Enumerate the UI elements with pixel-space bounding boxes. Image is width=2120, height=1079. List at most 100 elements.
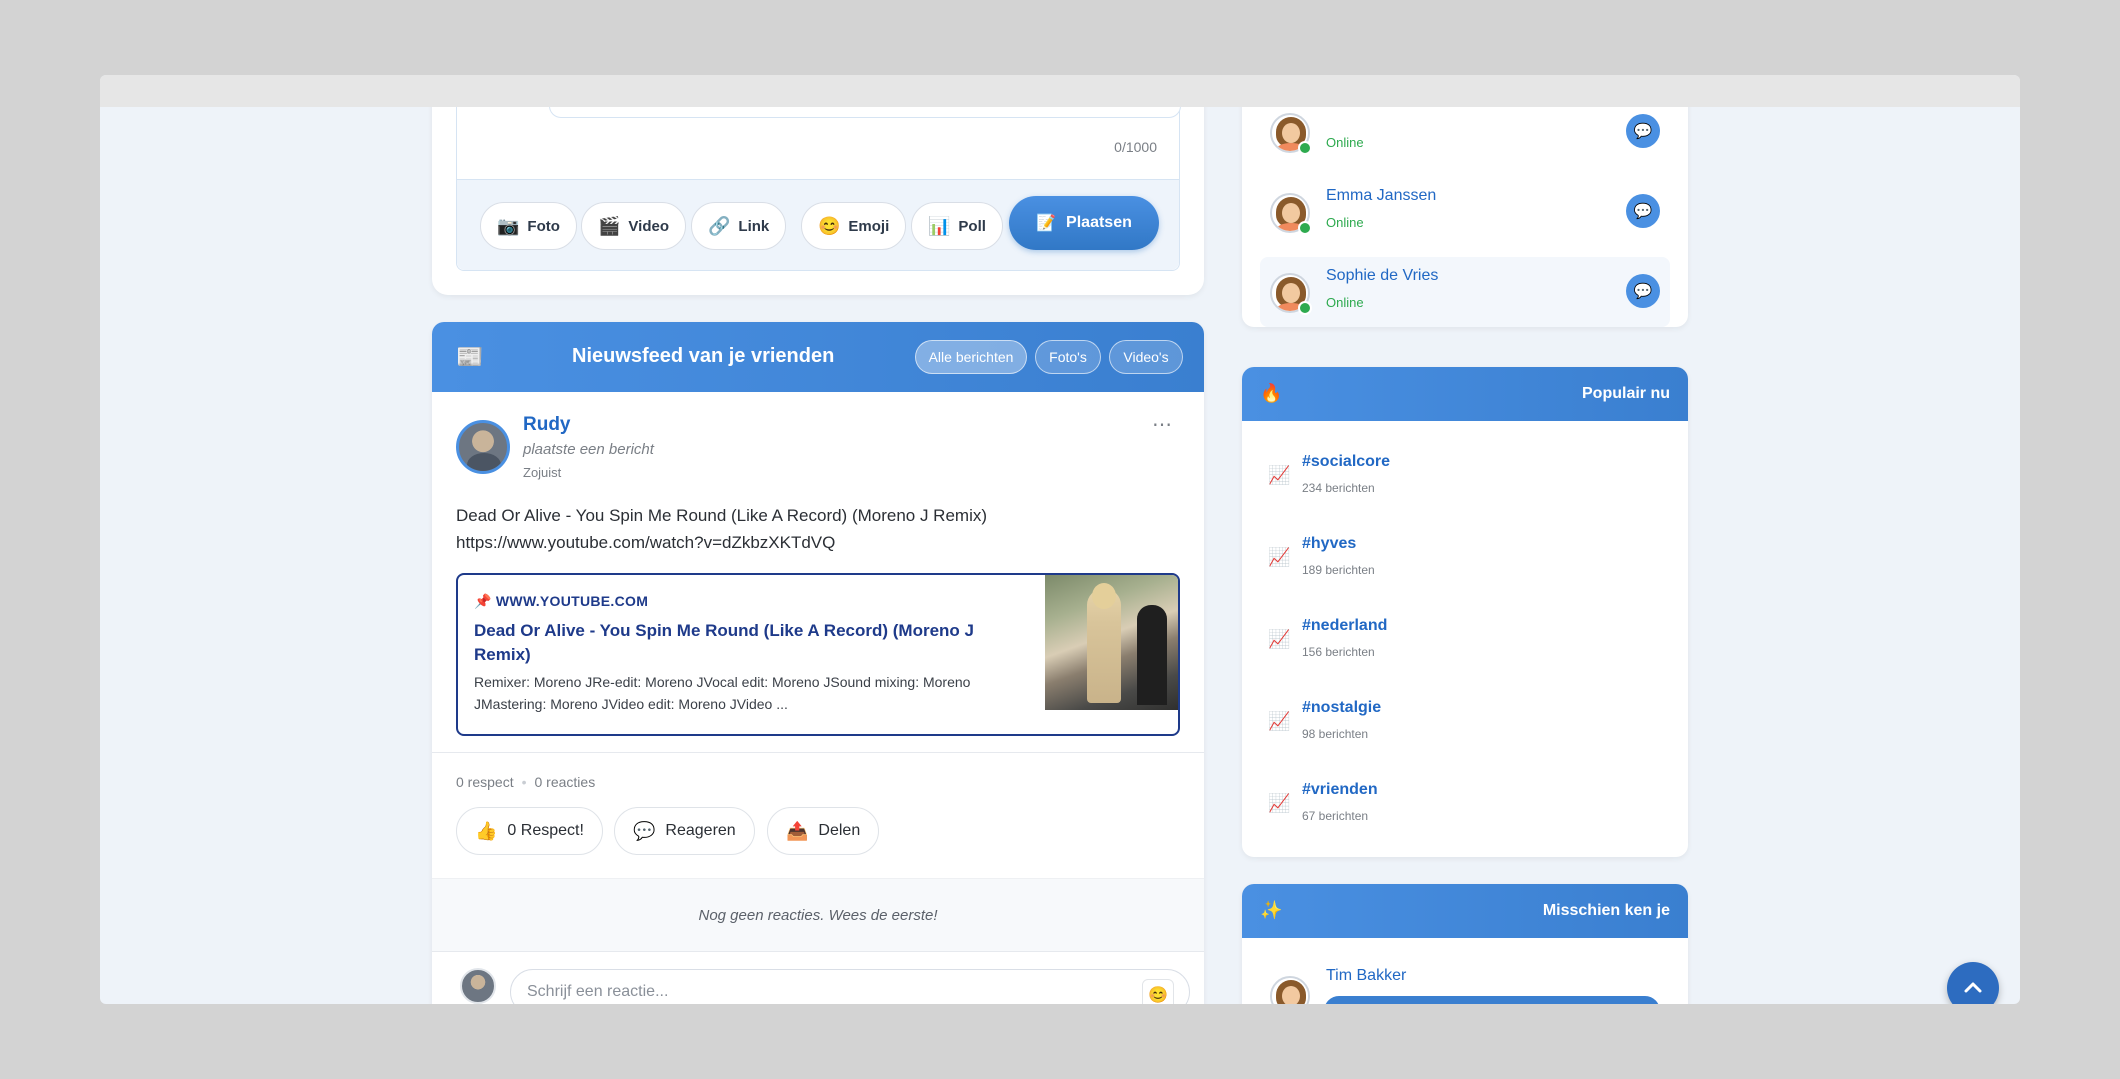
link-button[interactable]: 🔗 Link [691, 202, 787, 250]
tag-name[interactable]: #hyves [1302, 535, 1356, 553]
comment-input[interactable]: Schrijf een reactie... [510, 969, 1190, 1004]
link-title[interactable]: Dead Or Alive - You Spin Me Round (Like … [474, 619, 1014, 667]
friend-item[interactable]: Online 💬 [1260, 107, 1670, 167]
author-avatar[interactable] [456, 420, 510, 474]
add-friend-button[interactable] [1324, 996, 1660, 1004]
tag-name[interactable]: #nostalgie [1302, 699, 1381, 717]
friend-status: Online [1326, 135, 1364, 150]
bar-chart-icon: 📊 [928, 215, 951, 236]
trending-up-icon: 📈 [1268, 793, 1291, 813]
trending-tag[interactable]: 📈 #hyves 189 berichten [1260, 525, 1670, 595]
scroll-to-top-button[interactable] [1947, 962, 1999, 1004]
suggestion-avatar [1270, 976, 1310, 1004]
online-friends-card: Online 💬 Emma Janssen Online 💬 Sophie de… [1242, 107, 1688, 327]
share-button-label: Delen [818, 822, 861, 839]
trending-up-icon: 📈 [1268, 711, 1291, 731]
tag-count: 189 berichten [1302, 563, 1375, 577]
video-button[interactable]: 🎬 Video [581, 202, 686, 250]
react-button[interactable]: 💬 Reageren [614, 807, 755, 855]
feed-title: Nieuwsfeed van je vrienden [572, 345, 835, 367]
empty-comments-message: Nog geen reacties. Wees de eerste! [432, 878, 1204, 952]
friend-item[interactable]: Sophie de Vries Online 💬 [1260, 257, 1670, 327]
suggestions-title: Misschien ken je [1542, 902, 1670, 919]
poll-button-label: Poll [958, 217, 986, 235]
tag-name[interactable]: #vrienden [1302, 781, 1378, 799]
emoji-button[interactable]: 😊 Emoji [801, 202, 907, 250]
thumbnail-figure [1137, 605, 1167, 705]
composer-toolbar: 📷 Foto 🎬 Video 🔗 Link 😊 Emoji 📊 Poll 📝 P… [457, 179, 1179, 270]
friend-item[interactable]: Emma Janssen Online 💬 [1260, 177, 1670, 247]
avatar-figure [1272, 978, 1308, 1004]
suggestion-name[interactable]: Tim Bakker [1326, 967, 1406, 985]
fire-icon: 🔥 [1260, 383, 1283, 403]
trending-tag[interactable]: 📈 #vrienden 67 berichten [1260, 771, 1670, 841]
comment-composer: Schrijf een reactie... 😊 [432, 952, 1204, 1004]
chat-icon[interactable]: 💬 [1626, 194, 1660, 228]
post-action-text: plaatste een bericht [523, 441, 654, 458]
link-description: Remixer: Moreno JRe-edit: Moreno JVocal … [474, 674, 971, 712]
composer-textarea[interactable] [549, 107, 1181, 118]
online-indicator-icon [1298, 221, 1312, 235]
suggestions-header: ✨ Misschien ken je [1242, 884, 1688, 938]
link-icon: 🔗 [708, 215, 731, 236]
popular-header: 🔥 Populair nu [1242, 367, 1688, 421]
popular-now-card: 🔥 Populair nu 📈 #socialcore 234 berichte… [1242, 367, 1688, 857]
speech-bubble-icon: 💬 [633, 820, 656, 841]
chat-icon[interactable]: 💬 [1626, 274, 1660, 308]
camera-icon: 📷 [497, 215, 520, 236]
friend-name[interactable]: Sophie de Vries [1326, 267, 1438, 285]
friend-status: Online [1326, 215, 1364, 230]
tag-count: 156 berichten [1302, 645, 1375, 659]
share-button[interactable]: 📤 Delen [767, 807, 880, 855]
photo-button-label: Foto [527, 217, 560, 235]
tag-count: 98 berichten [1302, 727, 1369, 741]
chat-icon[interactable]: 💬 [1626, 114, 1660, 148]
current-user-avatar [460, 968, 496, 1004]
suggestions-card: ✨ Misschien ken je Tim Bakker [1242, 884, 1688, 1004]
divider [432, 752, 1204, 753]
tag-name[interactable]: #nederland [1302, 617, 1387, 635]
publish-button[interactable]: 📝 Plaatsen [1009, 196, 1159, 250]
react-button-label: Reageren [665, 822, 736, 839]
composer-box: 0/1000 📷 Foto 🎬 Video 🔗 Link 😊 Emoji 📊 P… [456, 107, 1181, 271]
emoji-button-label: Emoji [848, 217, 890, 235]
filter-all-posts[interactable]: Alle berichten [915, 340, 1027, 374]
post-url[interactable]: https://www.youtube.com/watch?v=dZkbzXKT… [456, 529, 1176, 556]
char-counter: 0/1000 [1114, 139, 1157, 155]
emoji-picker-button[interactable]: 😊 [1142, 979, 1174, 1004]
respect-count: 0 respect [456, 774, 514, 790]
link-domain: 📌 WWW.YOUTUBE.COM [474, 593, 649, 609]
clapper-icon: 🎬 [598, 215, 621, 236]
post-composer: 0/1000 📷 Foto 🎬 Video 🔗 Link 😊 Emoji 📊 P… [432, 107, 1204, 295]
more-options-icon[interactable]: ⋯ [1152, 412, 1173, 437]
trending-tag[interactable]: 📈 #nostalgie 98 berichten [1260, 689, 1670, 759]
page-viewport[interactable]: 0/1000 📷 Foto 🎬 Video 🔗 Link 😊 Emoji 📊 P… [100, 107, 2020, 1004]
photo-button[interactable]: 📷 Foto [480, 202, 577, 250]
feed-header: 📰 Nieuwsfeed van je vrienden Alle berich… [432, 322, 1204, 392]
tag-name[interactable]: #socialcore [1302, 453, 1390, 471]
respect-button[interactable]: 👍 0 Respect! [456, 807, 603, 855]
link-button-label: Link [738, 217, 770, 235]
filter-videos[interactable]: Video's [1109, 340, 1183, 374]
tag-count: 67 berichten [1302, 809, 1369, 823]
sparkles-icon: ✨ [1260, 900, 1283, 920]
post-text-line: Dead Or Alive - You Spin Me Round (Like … [456, 506, 988, 525]
trending-up-icon: 📈 [1268, 629, 1291, 649]
poll-button[interactable]: 📊 Poll [911, 202, 1003, 250]
friend-name[interactable]: Emma Janssen [1326, 187, 1436, 205]
thumbs-up-icon: 👍 [475, 820, 498, 841]
memo-icon: 📝 [1036, 215, 1057, 232]
trending-tag[interactable]: 📈 #socialcore 234 berichten [1260, 443, 1670, 513]
outbox-icon: 📤 [786, 820, 809, 841]
publish-button-label: Plaatsen [1066, 214, 1132, 231]
smiley-icon: 😊 [818, 215, 841, 236]
post-author[interactable]: Rudy [523, 414, 571, 436]
chevron-up-icon [1964, 982, 1982, 993]
browser-window: 0/1000 📷 Foto 🎬 Video 🔗 Link 😊 Emoji 📊 P… [100, 75, 2020, 1004]
link-preview-card[interactable]: 📌 WWW.YOUTUBE.COM Dead Or Alive - You Sp… [456, 573, 1180, 736]
trending-tag[interactable]: 📈 #nederland 156 berichten [1260, 607, 1670, 677]
video-button-label: Video [628, 217, 669, 235]
filter-photos[interactable]: Foto's [1035, 340, 1101, 374]
friend-status: Online [1326, 295, 1364, 310]
trending-up-icon: 📈 [1268, 547, 1291, 567]
